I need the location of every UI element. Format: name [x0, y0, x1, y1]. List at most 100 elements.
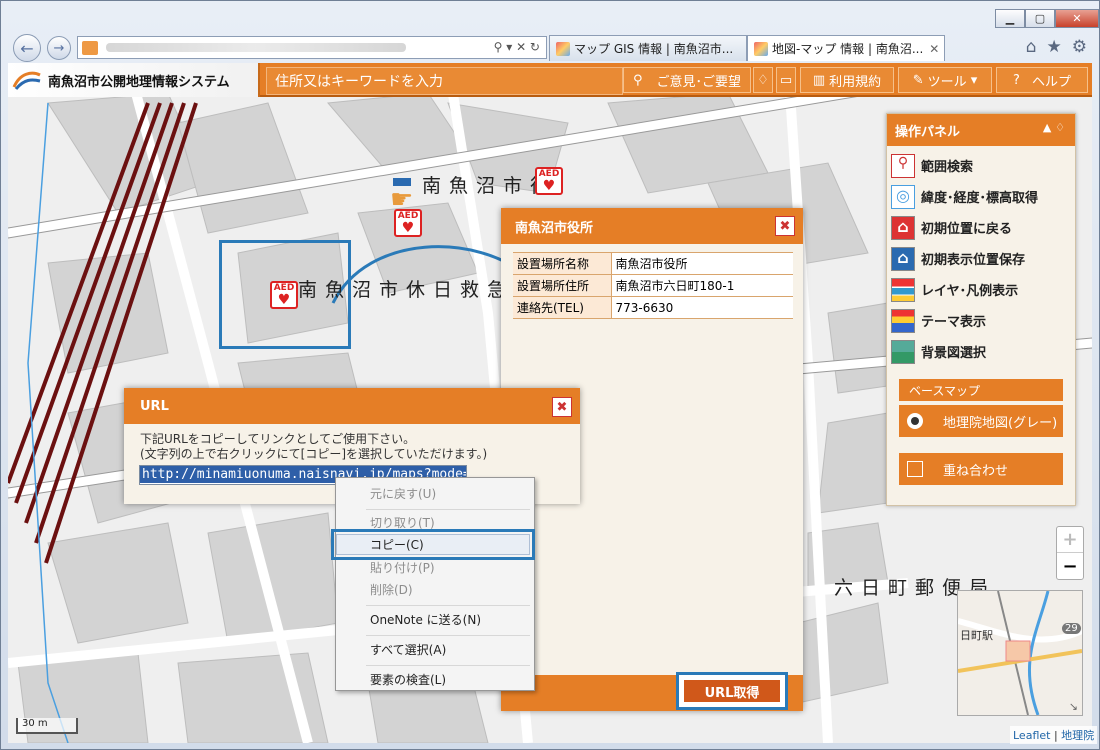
target-icon: ◎: [891, 184, 915, 209]
menu-item-undo[interactable]: 元に戻す(U): [338, 482, 532, 504]
menu-separator: [366, 605, 530, 606]
address-bar[interactable]: ⚲ ▾ ✕ ↻: [77, 36, 547, 59]
overlay-toggle[interactable]: 重ね合わせ: [899, 453, 1063, 485]
help-label: ヘルプ: [1031, 74, 1071, 90]
minimize-button[interactable]: ▁: [995, 9, 1025, 28]
tools-label: ツール: [927, 74, 967, 90]
table-row: 設置場所住所 南魚沼市六日町180-1: [513, 274, 793, 297]
row-key: 設置場所名称: [513, 252, 612, 275]
panel-item-label: レイヤ･凡例表示: [921, 284, 1019, 299]
app-title: 南魚沼市公開地理情報システム: [48, 74, 230, 90]
city-logo-icon: [12, 69, 42, 91]
basemap-option-gsi-gray[interactable]: 地理院地図(グレー): [899, 405, 1063, 437]
tab-gis-info[interactable]: マップ GIS 情報 | 南魚沼市...: [549, 35, 747, 61]
hand-pointer-icon: ☛: [390, 185, 414, 215]
back-button[interactable]: ←: [13, 34, 41, 62]
popup-header: 南魚沼市役所 ✖: [501, 208, 803, 244]
radio-selected-icon: [907, 413, 923, 429]
panel-item-home[interactable]: ⌂ 初期位置に戻る: [887, 212, 1075, 243]
menu-item-onenote[interactable]: OneNote に送る(N): [338, 608, 532, 630]
map-attribution: Leaflet | 地理院: [1010, 726, 1098, 744]
forward-button[interactable]: →: [47, 36, 71, 60]
panel-item-layers[interactable]: レイヤ･凡例表示: [887, 274, 1075, 305]
opinion-label: ご意見･ご要望: [656, 74, 742, 90]
help-icon: ?: [1013, 72, 1020, 88]
gsi-link[interactable]: 地理院: [1061, 729, 1094, 742]
minimap-drawing: [957, 590, 1084, 716]
basemap-option-label: 地理院地図(グレー): [943, 415, 1058, 431]
comment-button[interactable]: ▭: [776, 67, 796, 93]
tab-close-icon[interactable]: ✕: [929, 42, 939, 56]
tab-favicon-icon: [556, 41, 570, 56]
tab-map-info[interactable]: 地図-マップ 情報 | 南魚沼... ✕: [747, 35, 945, 61]
menu-item-inspect[interactable]: 要素の検査(L): [338, 668, 532, 690]
wrench-icon: ✎: [912, 72, 924, 88]
operation-panel-header[interactable]: 操作パネル ▲ ♢: [887, 114, 1075, 146]
menu-item-select-all[interactable]: すべて選択(A): [338, 638, 532, 660]
help-button[interactable]: ? ヘルプ: [996, 67, 1088, 93]
collapse-panel-icon[interactable]: ▲ ♢: [1043, 121, 1065, 134]
landscape-icon: [891, 339, 915, 364]
opinion-button[interactable]: ⚲ ご意見･ご要望: [623, 67, 751, 93]
popup-title: 南魚沼市役所: [515, 220, 594, 236]
settings-gear-icon[interactable]: ⚙: [1072, 37, 1087, 57]
url-dialog-close-button[interactable]: ✖: [552, 397, 572, 417]
address-tools[interactable]: ⚲ ▾ ✕ ↻: [494, 40, 540, 54]
lightbulb-button[interactable]: ♢: [753, 67, 773, 93]
search-icon: ⚲: [632, 72, 643, 88]
url-dialog-title: URL: [140, 398, 169, 414]
terms-button[interactable]: ▥ 利用規約: [800, 67, 894, 93]
table-row: 設置場所名称 南魚沼市役所: [513, 252, 793, 275]
url-get-button[interactable]: URL取得: [683, 679, 781, 703]
favorites-star-icon[interactable]: ★: [1047, 37, 1062, 57]
table-row: 連絡先(TEL) 773-6630: [513, 296, 793, 319]
zoom-in-button[interactable]: +: [1057, 527, 1083, 553]
panel-item-label: 背景図選択: [921, 346, 987, 361]
copy-hover-background: [336, 534, 530, 555]
terms-label: 利用規約: [829, 74, 882, 90]
tools-button[interactable]: ✎ ツール ▾: [898, 67, 992, 93]
panel-item-latlng[interactable]: ◎ 緯度･経度･標高取得: [887, 181, 1075, 212]
app-header: 南魚沼市公開地理情報システム 住所又はキーワードを入力 ⚲ ご意見･ご要望 ♢ …: [8, 63, 1092, 97]
facility-info-table: 設置場所名称 南魚沼市役所 設置場所住所 南魚沼市六日町180-1 連絡先(TE…: [513, 252, 793, 319]
book-icon: ▥: [812, 72, 826, 88]
panel-item-save-home[interactable]: ⌂ 初期表示位置保存: [887, 243, 1075, 274]
row-value: 南魚沼市六日町180-1: [611, 274, 793, 297]
tab-label: 地図-マップ 情報 | 南魚沼...: [772, 42, 924, 56]
minimap-station-label: 日町駅: [960, 629, 993, 642]
url-dialog-instructions: 下記URLをコピーしてリンクとしてご使用下さい。 (文字列の上で右クリックにて[…: [124, 424, 580, 462]
home-blue-icon: ⌂: [891, 246, 915, 271]
close-window-button[interactable]: ✕: [1055, 9, 1099, 28]
comment-icon: ▭: [779, 72, 793, 88]
attribution-separator: |: [1050, 729, 1062, 742]
app-logo[interactable]: 南魚沼市公開地理情報システム: [8, 63, 260, 97]
address-keyword-search-input[interactable]: 住所又はキーワードを入力: [266, 67, 623, 95]
lightbulb-icon: ♢: [757, 72, 769, 88]
aed-marker-icon[interactable]: AED: [535, 167, 563, 195]
browser-toolbar-icons: ⌂ ★ ⚙: [1026, 37, 1087, 57]
zoom-out-button[interactable]: −: [1057, 553, 1083, 579]
instruction-line: (文字列の上で右クリックにて[コピー]を選択していただけます。): [140, 447, 488, 461]
layers-icon: [891, 277, 915, 302]
panel-item-range-search[interactable]: ⚲ 範囲検索: [887, 150, 1075, 181]
leaflet-link[interactable]: Leaflet: [1013, 729, 1050, 742]
panel-item-background[interactable]: 背景図選択: [887, 336, 1075, 367]
panel-item-label: 初期表示位置保存: [921, 253, 1026, 268]
map-scale-bar: 30 m: [16, 718, 78, 734]
minimap-expand-icon[interactable]: ↘: [1069, 700, 1078, 713]
popup-close-button[interactable]: ✖: [775, 216, 795, 236]
home-icon[interactable]: ⌂: [1026, 37, 1037, 57]
maximize-button[interactable]: ▢: [1025, 9, 1055, 28]
back-arrow-icon: ←: [20, 38, 34, 58]
tab-label: マップ GIS 情報 | 南魚沼市...: [574, 42, 734, 56]
panel-item-theme[interactable]: テーマ表示: [887, 305, 1075, 336]
menu-item-copy-hovered[interactable]: コピー(C): [370, 536, 424, 553]
overview-minimap[interactable]: 日町駅 29 ↘: [957, 590, 1084, 716]
menu-item-delete[interactable]: 削除(D): [338, 578, 532, 600]
menu-separator: [366, 665, 530, 666]
row-key: 連絡先(TEL): [513, 296, 612, 319]
row-value: 773-6630: [611, 296, 793, 319]
tab-favicon-icon: [754, 41, 768, 56]
panel-item-label: テーマ表示: [921, 315, 987, 330]
theme-icon: [891, 308, 915, 333]
